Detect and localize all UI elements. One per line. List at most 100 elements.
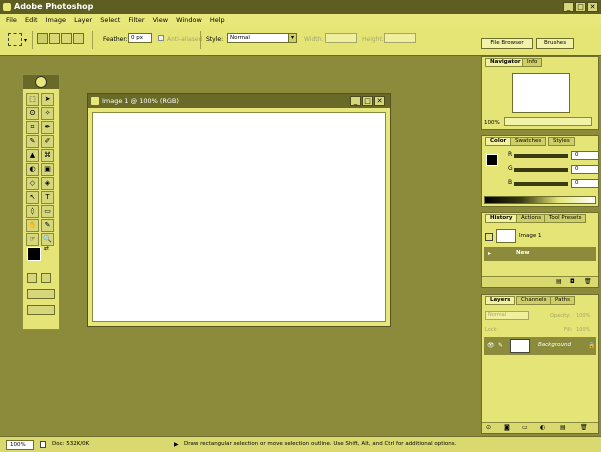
tab-layers[interactable]: Layers <box>485 296 516 305</box>
menu-file[interactable]: File <box>6 16 17 24</box>
tab-color[interactable]: Color <box>485 137 512 146</box>
tool-button[interactable]: ✧ <box>41 107 54 120</box>
tool-button[interactable]: ⌗ <box>26 121 39 134</box>
menu-edit[interactable]: Edit <box>25 16 38 24</box>
tool-button[interactable]: ⌘ <box>41 149 54 162</box>
tool-button[interactable]: T <box>41 191 54 204</box>
height-input[interactable] <box>384 33 416 43</box>
standard-mode-icon[interactable] <box>27 273 37 283</box>
tab-navigator[interactable]: Navigator <box>485 58 526 67</box>
tab-paths[interactable]: Paths <box>550 296 575 305</box>
status-arrow-icon[interactable]: ▶ <box>174 437 179 452</box>
intersect-selection-icon[interactable] <box>73 33 84 44</box>
menu-view[interactable]: View <box>153 16 168 24</box>
menu-select[interactable]: Select <box>100 16 120 24</box>
tool-button[interactable]: ▲ <box>26 149 39 162</box>
tool-button[interactable]: ✒ <box>41 121 54 134</box>
status-doc-size[interactable]: Doc: 532K/0K <box>52 437 89 452</box>
doc-minimize-button[interactable]: _ <box>350 96 361 106</box>
blend-mode-select[interactable]: Normal <box>485 311 529 320</box>
tool-button[interactable]: ◈ <box>41 177 54 190</box>
tool-button[interactable]: ⬚ <box>26 93 39 106</box>
green-slider[interactable] <box>514 168 568 172</box>
screen-mode-icon[interactable] <box>27 289 55 299</box>
file-browser-tab[interactable]: File Browser <box>481 38 533 49</box>
navigator-zoom[interactable]: 100% <box>484 120 500 126</box>
tool-button[interactable]: ▣ <box>41 163 54 176</box>
tab-styles[interactable]: Styles <box>548 137 575 146</box>
fill-value[interactable]: 100% <box>576 327 590 333</box>
tool-button[interactable]: ʘ <box>26 107 39 120</box>
tool-button[interactable]: ✎ <box>26 135 39 148</box>
red-value[interactable]: 0 <box>571 151 599 160</box>
menu-image[interactable]: Image <box>46 16 66 24</box>
width-input[interactable] <box>325 33 357 43</box>
maximize-button[interactable]: □ <box>575 2 586 12</box>
style-select[interactable]: Normal <box>227 33 297 43</box>
menu-help[interactable]: Help <box>210 16 225 24</box>
snapshot-thumbnail[interactable] <box>496 229 516 243</box>
tab-tool-presets[interactable]: Tool Presets <box>544 214 587 223</box>
doc-maximize-button[interactable]: □ <box>362 96 373 106</box>
foreground-color-swatch[interactable] <box>27 247 41 261</box>
status-zoom[interactable]: 100% <box>6 440 34 450</box>
layer-style-icon[interactable]: ⊙ <box>486 424 491 431</box>
menu-window[interactable]: Window <box>176 16 202 24</box>
blue-value[interactable]: 0 <box>571 179 599 188</box>
layer-mask-icon[interactable]: ◙ <box>504 424 510 431</box>
layer-set-icon[interactable]: ▭ <box>522 424 528 431</box>
snapshot-brush-icon[interactable] <box>485 233 493 241</box>
trash-icon[interactable]: 🗑 <box>584 278 592 285</box>
layer-row-background[interactable]: 👁 ✎ Background 🔒 <box>484 337 596 355</box>
document-title-bar[interactable]: Image 1 @ 100% (RGB) <box>88 94 390 108</box>
menu-filter[interactable]: Filter <box>128 16 144 24</box>
brushes-tab[interactable]: Brushes <box>536 38 574 49</box>
new-document-icon[interactable]: ▤ <box>556 278 562 285</box>
minimize-button[interactable]: _ <box>563 2 574 12</box>
new-selection-icon[interactable] <box>37 33 48 44</box>
navigator-preview[interactable] <box>512 73 570 113</box>
tool-button[interactable]: ✋ <box>26 219 39 232</box>
new-snapshot-icon[interactable]: ◘ <box>570 278 575 285</box>
blue-slider[interactable] <box>514 182 568 186</box>
trash-icon[interactable]: 🗑 <box>580 424 588 431</box>
adjustment-layer-icon[interactable]: ◐ <box>540 424 545 431</box>
tab-actions[interactable]: Actions <box>516 214 547 223</box>
history-state-new[interactable]: ▸ New <box>484 247 596 261</box>
color-ramp[interactable] <box>484 196 596 204</box>
tab-channels[interactable]: Channels <box>516 296 552 305</box>
menu-layer[interactable]: Layer <box>74 16 92 24</box>
tool-button[interactable]: ◊ <box>26 205 39 218</box>
feather-input[interactable]: 0 px <box>128 33 152 43</box>
jump-to-imageready-icon[interactable] <box>27 305 55 315</box>
marquee-tool-preset-icon[interactable] <box>8 33 22 46</box>
fg-color-chip[interactable] <box>486 154 498 166</box>
chevron-down-icon[interactable]: ▾ <box>288 33 297 43</box>
tool-button[interactable]: ✐ <box>41 135 54 148</box>
toolbox-header[interactable] <box>23 75 59 89</box>
tab-swatches[interactable]: Swatches <box>510 137 547 146</box>
tool-button[interactable]: ◐ <box>26 163 39 176</box>
tool-button[interactable]: ✎ <box>41 219 54 232</box>
opacity-value[interactable]: 100% <box>576 313 590 319</box>
close-button[interactable]: ✕ <box>587 2 598 12</box>
red-slider[interactable] <box>514 154 568 158</box>
snapshot-label[interactable]: Image 1 <box>519 233 541 239</box>
quick-mask-icon[interactable] <box>41 273 51 283</box>
adobe-online-icon[interactable] <box>35 76 47 88</box>
image-canvas[interactable] <box>92 112 386 322</box>
swap-colors-icon[interactable]: ⇄ <box>44 245 49 252</box>
visibility-eye-icon[interactable]: 👁 <box>487 342 495 349</box>
tool-button[interactable]: ☞ <box>26 233 39 246</box>
zoom-slider[interactable] <box>504 117 592 126</box>
chevron-down-icon[interactable]: ▾ <box>24 37 27 44</box>
tool-button[interactable]: ◇ <box>26 177 39 190</box>
tool-button[interactable]: ▭ <box>41 205 54 218</box>
green-value[interactable]: 0 <box>571 165 599 174</box>
add-selection-icon[interactable] <box>49 33 60 44</box>
doc-close-button[interactable]: ✕ <box>374 96 385 106</box>
tab-history[interactable]: History <box>485 214 518 223</box>
subtract-selection-icon[interactable] <box>61 33 72 44</box>
tool-button[interactable]: ➤ <box>41 93 54 106</box>
antialias-checkbox[interactable] <box>158 35 164 41</box>
